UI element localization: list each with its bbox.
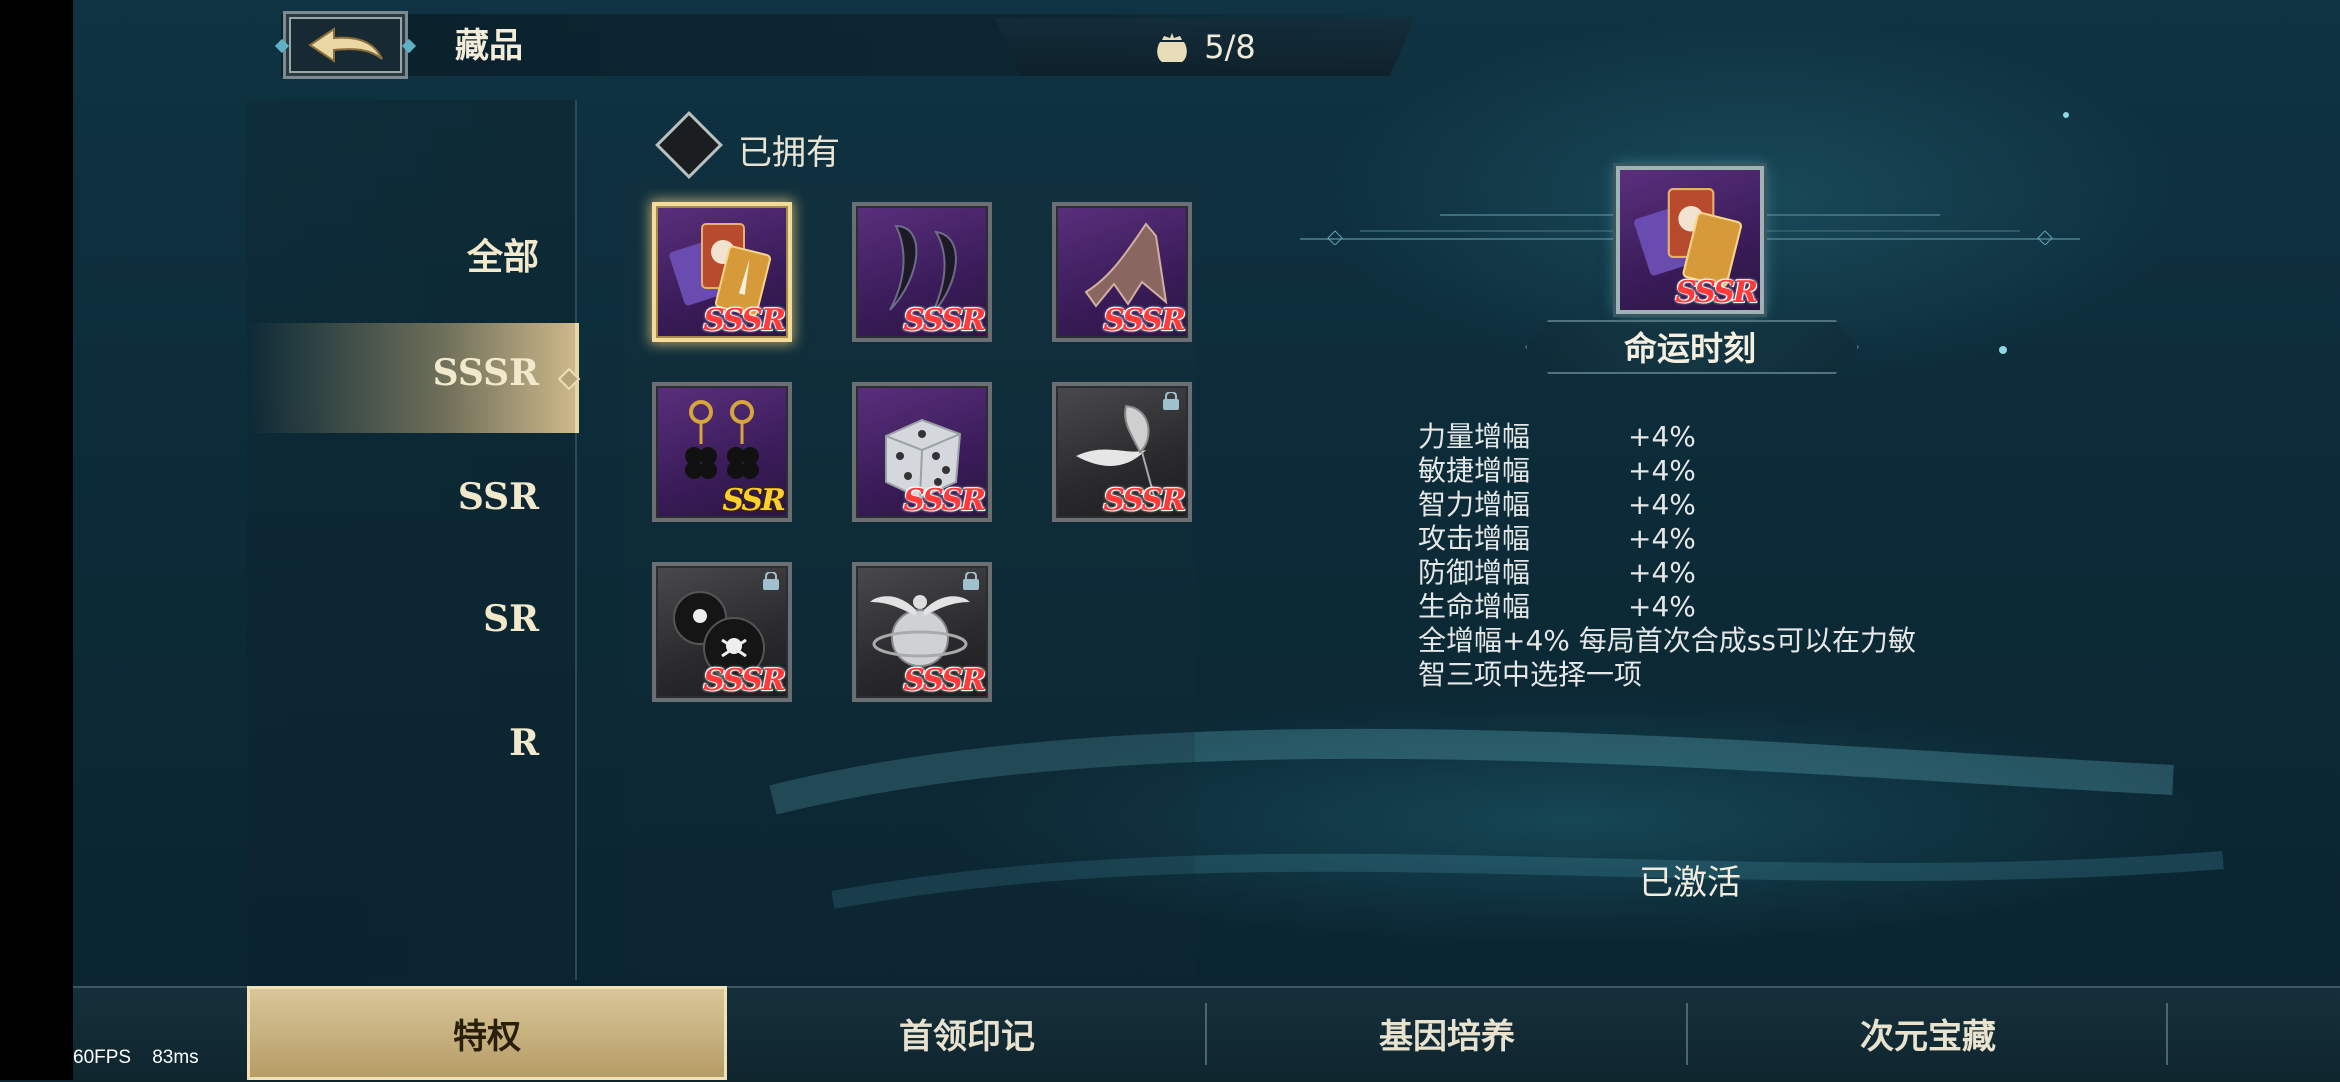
lock-icon — [763, 572, 779, 590]
back-button[interactable] — [283, 11, 408, 79]
sidebar-item-all[interactable]: 全部 — [467, 228, 539, 280]
lock-icon — [963, 572, 979, 590]
tab-dimension-treasure[interactable]: 次元宝藏 — [1688, 986, 2168, 1080]
frame-time: 83ms — [152, 1047, 199, 1068]
stat-value: +4% — [1628, 454, 1696, 487]
item-slot[interactable]: SSSR — [852, 202, 992, 342]
stat-name: 防御增幅 — [1418, 556, 1531, 589]
stat-row: 力量增幅 +4% — [1418, 420, 1696, 454]
rarity-badge: SSSR — [903, 663, 986, 698]
rarity-badge: SSSR — [703, 663, 786, 698]
stat-name: 生命增幅 — [1418, 590, 1531, 623]
rarity-badge: SSSR — [903, 303, 986, 338]
rarity-badge: SSSR — [1103, 303, 1186, 338]
rarity-badge: SSSR — [1675, 275, 1758, 310]
owned-filter-label: 已拥有 — [738, 133, 840, 173]
lock-icon — [1163, 392, 1179, 410]
item-slot[interactable]: SSSR — [1052, 382, 1192, 522]
stat-name: 敏捷增幅 — [1418, 454, 1531, 487]
stat-value: +4% — [1628, 522, 1696, 555]
stat-name: 智力增幅 — [1418, 488, 1531, 521]
activation-status: 已激活 — [1639, 863, 1741, 903]
item-slot[interactable]: SSSR — [652, 562, 792, 702]
stat-row: 防御增幅 +4% — [1418, 556, 1696, 590]
page-title: 藏品 — [455, 26, 523, 66]
stat-row: 敏捷增幅 +4% — [1418, 454, 1696, 488]
item-slot[interactable]: SSSR — [852, 562, 992, 702]
rarity-badge: SSSR — [903, 483, 986, 518]
fps-value: 60FPS — [73, 1047, 132, 1068]
rarity-badge: SSSR — [1103, 483, 1186, 518]
sidebar-item-r[interactable]: R — [509, 722, 539, 764]
item-slot[interactable]: SSR — [652, 382, 792, 522]
item-description: 全增幅+4% 每局首次合成ss可以在力敏 智三项中选择一项 — [1418, 624, 1978, 692]
item-name: 命运时刻 — [1624, 329, 1756, 368]
description-line: 智三项中选择一项 — [1418, 658, 1643, 691]
item-slot[interactable]: SSSR — [652, 202, 792, 342]
tab-boss-mark[interactable]: 首领印记 — [727, 986, 1207, 1080]
fps-overlay: 60FPS 83ms — [73, 1047, 199, 1069]
item-slot[interactable]: SSSR — [1052, 202, 1192, 342]
rarity-badge: SSSR — [703, 303, 786, 338]
left-black-bar — [0, 0, 73, 1080]
stat-value: +4% — [1628, 556, 1696, 589]
stat-name: 力量增幅 — [1418, 420, 1531, 453]
item-slot[interactable]: SSSR — [852, 382, 992, 522]
stat-name: 攻击增幅 — [1418, 522, 1531, 555]
rarity-badge: SSR — [722, 483, 786, 518]
sidebar-item-sssr[interactable]: SSSR — [433, 352, 539, 394]
tab-gene-training[interactable]: 基因培养 — [1207, 986, 1687, 1080]
description-line: 全增幅+4% 每局首次合成ss可以在力敏 — [1418, 624, 1916, 657]
sidebar-item-ssr[interactable]: SSR — [458, 476, 539, 518]
collection-count: 5/8 — [1204, 28, 1256, 66]
stat-value: +4% — [1628, 488, 1696, 521]
tab-divider — [2166, 1003, 2168, 1065]
stat-value: +4% — [1628, 590, 1696, 623]
collection-counter: 5/8 — [995, 18, 1415, 76]
stat-row: 智力增幅 +4% — [1418, 488, 1696, 522]
back-arrow-icon — [307, 27, 383, 63]
selected-item-icon: SSSR — [1616, 166, 1764, 314]
stat-value: +4% — [1628, 420, 1696, 453]
stat-row: 攻击增幅 +4% — [1418, 522, 1696, 556]
stat-row: 生命增幅 +4% — [1418, 590, 1696, 624]
tab-privilege[interactable]: 特权 — [247, 986, 727, 1080]
pouch-icon — [1157, 33, 1188, 62]
sidebar-item-sr[interactable]: SR — [483, 598, 539, 640]
stat-list: 力量增幅 +4% 敏捷增幅 +4% 智力增幅 +4% 攻击增幅 +4% 防御增幅 +4% … — [1418, 420, 1696, 624]
